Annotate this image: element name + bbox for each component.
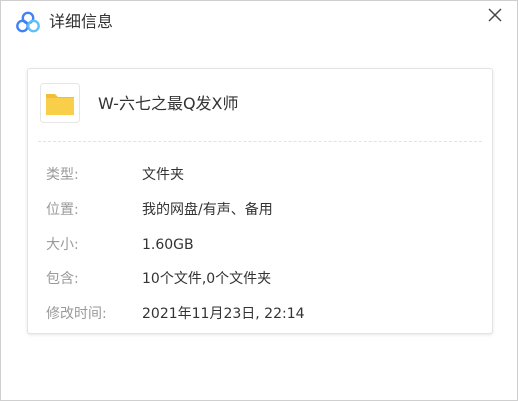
detail-value-size: 1.60GB: [142, 237, 194, 253]
folder-name: W-六七之最Q发X师: [98, 94, 239, 113]
detail-row-location: 位置: 我的网盘/有声、备用: [28, 200, 492, 220]
cloud-logo-icon: [16, 11, 40, 33]
detail-label-type: 类型:: [46, 167, 79, 183]
detail-row-size: 大小: 1.60GB: [28, 235, 492, 255]
detail-value-modified: 2021年11月23日, 22:14: [142, 306, 305, 322]
close-icon[interactable]: [487, 7, 503, 23]
detail-label-contents: 包含:: [46, 271, 79, 287]
divider: [38, 141, 482, 142]
dialog-title: 详细信息: [49, 12, 114, 31]
detail-row-type: 类型: 文件夹: [28, 165, 492, 185]
details-card: W-六七之最Q发X师 类型: 文件夹 位置: 我的网盘/有声、备用 大小: 1.…: [27, 68, 493, 334]
detail-value-type: 文件夹: [142, 167, 184, 183]
detail-value-contents: 10个文件,0个文件夹: [142, 271, 272, 287]
folder-icon: [40, 83, 80, 123]
details-dialog: 详细信息 W-六七之最Q发X师 类型: 文件夹 位置: 我的网盘/有声、备用 大…: [0, 0, 518, 401]
detail-label-modified: 修改时间:: [46, 306, 107, 322]
detail-label-location: 位置:: [46, 202, 79, 218]
detail-label-size: 大小:: [46, 237, 79, 253]
detail-value-location: 我的网盘/有声、备用: [142, 202, 273, 218]
detail-row-contents: 包含: 10个文件,0个文件夹: [28, 269, 492, 289]
title-bar: 详细信息: [1, 1, 517, 43]
detail-row-modified: 修改时间: 2021年11月23日, 22:14: [28, 304, 492, 324]
